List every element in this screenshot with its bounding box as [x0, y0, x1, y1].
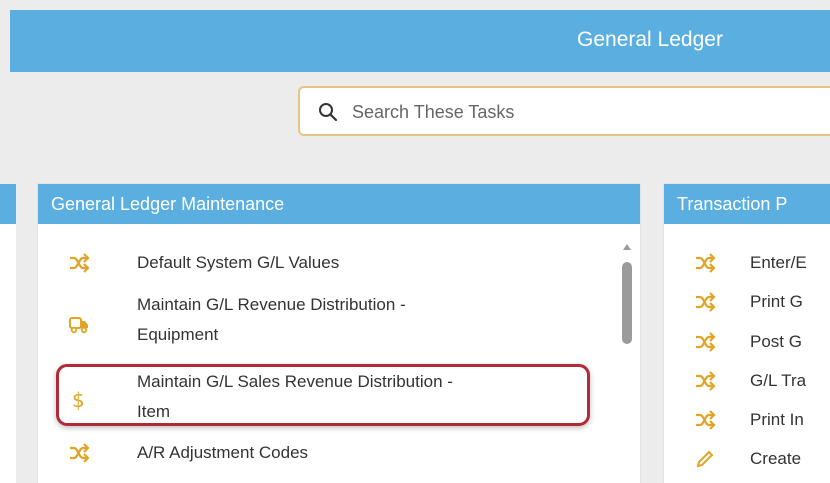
scrollbar[interactable] — [622, 244, 632, 344]
left-panel-stub — [0, 184, 16, 483]
shuffle-icon — [70, 443, 90, 463]
shuffle-icon — [696, 253, 716, 273]
list-item-label: Print G — [750, 292, 803, 311]
top-bar: General Ledger — [10, 10, 830, 72]
shuffle-icon — [696, 332, 716, 352]
list-item-label-line1: Maintain G/L Revenue Distribution - — [137, 295, 406, 314]
shuffle-icon — [696, 371, 716, 391]
list-item[interactable]: Print In — [664, 407, 830, 433]
scroll-thumb[interactable] — [622, 262, 632, 344]
list-item[interactable]: Print G — [664, 289, 830, 315]
selection-highlight — [56, 364, 590, 426]
search-input[interactable] — [350, 98, 830, 126]
list-item[interactable]: Post G — [664, 329, 830, 355]
list-item[interactable]: A/R Adjustment Codes — [38, 440, 640, 466]
pencil-icon — [696, 450, 714, 468]
truck-icon — [69, 317, 88, 334]
search-area — [10, 72, 830, 156]
search-box[interactable] — [298, 86, 830, 136]
list-item-label: A/R Adjustment Codes — [137, 443, 309, 462]
shuffle-icon — [696, 292, 716, 312]
left-panel-header — [0, 184, 16, 224]
list-item-label: Create — [750, 449, 802, 468]
list-item-label: Post G — [750, 332, 802, 351]
list-item-label: Print In — [750, 410, 804, 429]
transaction-panel: Transaction P Enter/E Print G Post G G/L… — [664, 184, 830, 483]
maintenance-panel: General Ledger Maintenance Default Syste… — [38, 184, 640, 483]
shuffle-icon — [70, 253, 90, 273]
list-item[interactable]: G/L Tra — [664, 368, 830, 394]
list-item[interactable]: Maintain G/L Revenue Distribution - Equi… — [38, 292, 640, 352]
list-item-label: Enter/E — [750, 253, 807, 272]
list-item-label: G/L Tra — [750, 371, 807, 390]
list-item[interactable]: Create — [664, 446, 830, 472]
list-item-label-line2: Equipment — [137, 325, 219, 344]
list-item-label: Default System G/L Values — [137, 253, 340, 272]
maintenance-panel-header: General Ledger Maintenance — [38, 184, 640, 224]
list-item[interactable]: Default System G/L Values — [38, 250, 640, 276]
search-icon — [319, 103, 338, 122]
scroll-up-arrow-icon[interactable] — [623, 244, 631, 250]
page-title: General Ledger — [577, 28, 723, 51]
list-item[interactable]: Enter/E — [664, 250, 830, 276]
shuffle-icon — [696, 410, 716, 430]
transaction-panel-header: Transaction P — [664, 184, 830, 224]
